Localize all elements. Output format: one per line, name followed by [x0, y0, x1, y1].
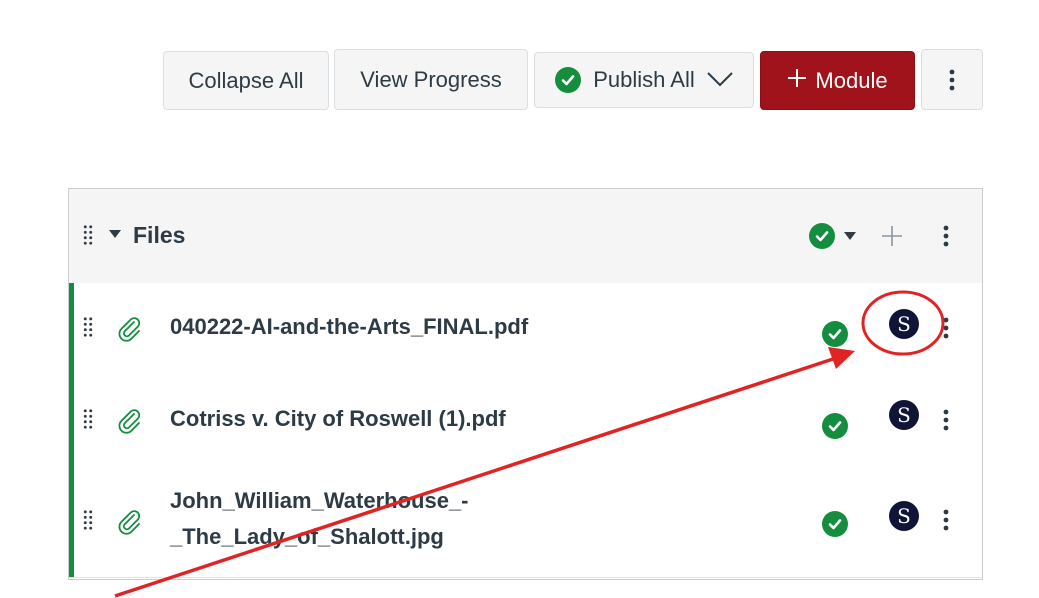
- attachment-icon: [118, 317, 141, 342]
- published-check-icon: [555, 67, 582, 93]
- item-menu-icon[interactable]: [943, 509, 949, 531]
- collapse-all-button[interactable]: Collapse All: [163, 51, 329, 110]
- more-options-button[interactable]: [921, 49, 983, 110]
- item-published-icon[interactable]: [822, 413, 848, 439]
- item-published-icon[interactable]: [822, 511, 848, 537]
- item-title-text: Cotriss v. City of Roswell (1).pdf: [170, 406, 506, 431]
- attachment-icon: [118, 409, 141, 434]
- module-container: Files 040222-AI-and-the-Arts_FINAL.pdf S: [68, 188, 983, 580]
- item-title-link[interactable]: John_William_Waterhouse_- _The_Lady_of_S…: [170, 483, 469, 555]
- s-avatar-icon[interactable]: S: [889, 309, 919, 339]
- module-item: John_William_Waterhouse_- _The_Lady_of_S…: [69, 467, 982, 578]
- item-menu-icon[interactable]: [943, 317, 949, 339]
- s-avatar-icon[interactable]: S: [889, 400, 919, 430]
- module-header[interactable]: Files: [69, 189, 982, 284]
- module-item: 040222-AI-and-the-Arts_FINAL.pdf S: [69, 283, 982, 376]
- plus-icon: [787, 68, 807, 94]
- add-item-icon[interactable]: [881, 225, 903, 247]
- module-item: Cotriss v. City of Roswell (1).pdf S: [69, 375, 982, 468]
- drag-handle-icon[interactable]: [83, 510, 93, 530]
- caret-down-icon[interactable]: [844, 232, 856, 240]
- drag-handle-icon[interactable]: [83, 225, 93, 245]
- module-title: Files: [133, 222, 186, 248]
- collapse-all-label: Collapse All: [188, 67, 304, 93]
- item-title-line: John_William_Waterhouse_-: [170, 488, 469, 513]
- publish-all-label: Publish All: [593, 67, 695, 92]
- caret-down-icon[interactable]: [109, 230, 121, 238]
- add-module-label: Module: [815, 67, 888, 93]
- chevron-down-icon: [707, 67, 733, 93]
- item-title-line: _The_Lady_of_Shalott.jpg: [170, 524, 444, 549]
- kebab-menu-icon: [949, 69, 955, 90]
- module-published-icon[interactable]: [809, 223, 835, 249]
- drag-handle-icon[interactable]: [83, 317, 93, 337]
- publish-all-button[interactable]: Publish All: [534, 52, 754, 108]
- s-avatar-icon[interactable]: S: [889, 501, 919, 531]
- attachment-icon: [118, 510, 141, 535]
- item-published-icon[interactable]: [822, 321, 848, 347]
- item-title-text: 040222-AI-and-the-Arts_FINAL.pdf: [170, 314, 529, 339]
- item-title-link[interactable]: 040222-AI-and-the-Arts_FINAL.pdf: [170, 309, 528, 345]
- drag-handle-icon[interactable]: [83, 409, 93, 429]
- add-module-button[interactable]: Module: [760, 51, 915, 110]
- item-title-link[interactable]: Cotriss v. City of Roswell (1).pdf: [170, 401, 506, 437]
- view-progress-button[interactable]: View Progress: [334, 49, 528, 110]
- view-progress-label: View Progress: [360, 66, 502, 92]
- item-menu-icon[interactable]: [943, 409, 949, 431]
- module-menu-icon[interactable]: [943, 225, 949, 247]
